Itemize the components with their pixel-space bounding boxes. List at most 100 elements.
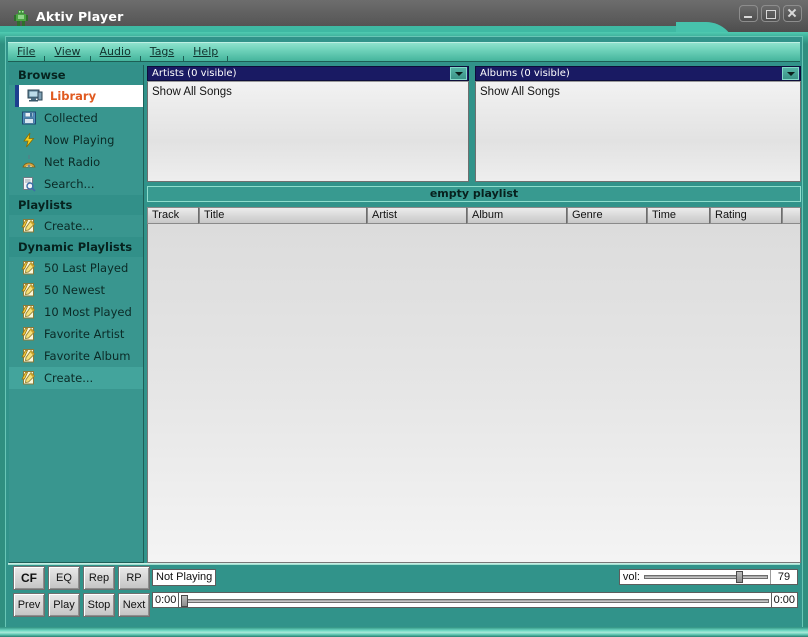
cf-button[interactable]: CF <box>13 566 45 590</box>
search-doc-icon <box>21 176 37 192</box>
controls-divider <box>8 563 800 565</box>
playlist-column-headers: Track Title Artist Album Genre Time Rating <box>147 207 801 224</box>
column-header-rating[interactable]: Rating <box>710 207 782 224</box>
seek-slider-track <box>181 599 769 603</box>
list-item[interactable]: Show All Songs <box>480 85 796 99</box>
app-icon <box>12 9 30 27</box>
sidebar-item-50-newest[interactable]: 50 Newest <box>9 279 143 301</box>
column-header-spacer[interactable] <box>782 207 801 224</box>
sidebar-item-10-most-played[interactable]: 10 Most Played <box>9 301 143 323</box>
artists-pane-header[interactable]: Artists (0 visible) <box>147 66 469 81</box>
sidebar-item-label: 50 Last Played <box>44 261 129 275</box>
column-header-title[interactable]: Title <box>199 207 367 224</box>
aktiv-player-window: Aktiv Player File View Audio Tags Help B… <box>0 0 808 637</box>
sidebar-item-label: Create... <box>44 219 94 233</box>
artists-pane-title: Artists (0 visible) <box>152 67 237 79</box>
albums-pane: Albums (0 visible) Show All Songs <box>475 66 801 184</box>
column-header-album[interactable]: Album <box>467 207 567 224</box>
sidebar-item-collected[interactable]: Collected <box>9 107 143 129</box>
monitor-icon <box>27 88 43 104</box>
play-button[interactable]: Play <box>48 593 80 617</box>
sidebar-item-now-playing[interactable]: Now Playing <box>9 129 143 151</box>
elapsed-time: 0:00 <box>152 592 180 608</box>
sidebar-item-favorite-artist[interactable]: Favorite Artist <box>9 323 143 345</box>
dynamic-playlist-icon <box>21 304 37 320</box>
dynamic-playlist-icon <box>21 370 37 386</box>
sidebar-section-header: Browse <box>9 65 143 85</box>
playlist-title: empty playlist <box>147 186 801 202</box>
sidebar-section-header: Dynamic Playlists <box>9 237 143 257</box>
volume-label: vol: <box>622 571 640 583</box>
chevron-down-icon[interactable] <box>450 67 467 80</box>
transport-controls: CF EQ Rep RP Prev Play Stop Next Not Playing vo… <box>9 566 801 622</box>
column-header-track[interactable]: Track <box>147 207 199 224</box>
menu-item-tags[interactable]: Tags <box>141 43 183 61</box>
menu-separator <box>227 56 229 61</box>
sidebar-item-label: Net Radio <box>44 155 101 169</box>
sidebar-item-create[interactable]: Create... <box>9 215 143 237</box>
sidebar-item-search[interactable]: Search... <box>9 173 143 195</box>
column-header-genre[interactable]: Genre <box>567 207 647 224</box>
artists-list[interactable]: Show All Songs <box>147 81 469 182</box>
sidebar-item-label: Library <box>50 89 97 103</box>
dynamic-playlist-icon <box>21 326 37 342</box>
maximize-button[interactable] <box>761 5 780 22</box>
transport-button-grid: CF EQ Rep RP Prev Play Stop Next <box>13 566 150 617</box>
sidebar-item-50-last-played[interactable]: 50 Last Played <box>9 257 143 279</box>
window-bottom-edge <box>0 627 808 637</box>
prev-button[interactable]: Prev <box>13 593 45 617</box>
rep-button[interactable]: Rep <box>83 566 115 590</box>
lightning-icon <box>21 132 37 148</box>
window-title: Aktiv Player <box>36 9 124 24</box>
eq-button[interactable]: EQ <box>48 566 80 590</box>
sidebar-item-label: Create... <box>44 371 94 385</box>
albums-list[interactable]: Show All Songs <box>475 81 801 182</box>
sidebar-section-header: Playlists <box>9 195 143 215</box>
window-controls <box>739 5 802 22</box>
sidebar-item-library[interactable]: Library <box>15 85 143 107</box>
sidebar-item-label: Favorite Artist <box>44 327 125 341</box>
chevron-down-icon[interactable] <box>782 67 799 80</box>
next-button[interactable]: Next <box>118 593 150 617</box>
menu-item-file[interactable]: File <box>8 43 44 61</box>
stop-button[interactable]: Stop <box>83 593 115 617</box>
sidebar-item-label: Favorite Album <box>44 349 131 363</box>
column-header-time[interactable]: Time <box>647 207 710 224</box>
floppy-icon <box>21 110 37 126</box>
sidebar-item-label: Search... <box>44 177 95 191</box>
minimize-button[interactable] <box>739 5 758 22</box>
sidebar-item-net-radio[interactable]: Net Radio <box>9 151 143 173</box>
sidebar-item-favorite-album[interactable]: Favorite Album <box>9 345 143 367</box>
seek-control: 0:00 0:00 <box>152 592 798 608</box>
status-now-playing: Not Playing <box>152 569 217 586</box>
sidebar-item-create[interactable]: Create... <box>9 367 143 389</box>
dynamic-playlist-icon <box>21 282 37 298</box>
menu-item-view[interactable]: View <box>45 43 89 61</box>
rp-button[interactable]: RP <box>118 566 150 590</box>
albums-pane-header[interactable]: Albums (0 visible) <box>475 66 801 81</box>
artists-pane: Artists (0 visible) Show All Songs <box>147 66 469 184</box>
sidebar-item-label: 10 Most Played <box>44 305 132 319</box>
menu-item-audio[interactable]: Audio <box>91 43 140 61</box>
volume-slider[interactable] <box>642 570 770 584</box>
menu-item-help[interactable]: Help <box>184 43 227 61</box>
playlist-body[interactable] <box>147 224 801 563</box>
volume-value: 79 <box>770 570 797 584</box>
column-header-artist[interactable]: Artist <box>367 207 467 224</box>
close-button[interactable] <box>783 5 802 22</box>
sidebar-item-label: 50 Newest <box>44 283 105 297</box>
dynamic-playlist-icon <box>21 260 37 276</box>
volume-control[interactable]: vol: 79 <box>618 569 798 585</box>
total-time: 0:00 <box>770 592 798 608</box>
list-item[interactable]: Show All Songs <box>152 85 464 99</box>
seek-slider[interactable] <box>179 592 771 608</box>
sidebar: Browse Library Collected Now Playing Net Rad… <box>9 65 144 563</box>
dynamic-playlist-icon <box>21 348 37 364</box>
sidebar-item-label: Collected <box>44 111 98 125</box>
volume-slider-track <box>644 575 768 579</box>
title-bar: Aktiv Player <box>0 0 808 36</box>
albums-pane-title: Albums (0 visible) <box>480 67 570 79</box>
seek-slider-thumb[interactable] <box>181 595 189 607</box>
menu-bar: File View Audio Tags Help <box>8 42 800 62</box>
volume-slider-thumb[interactable] <box>736 571 743 583</box>
